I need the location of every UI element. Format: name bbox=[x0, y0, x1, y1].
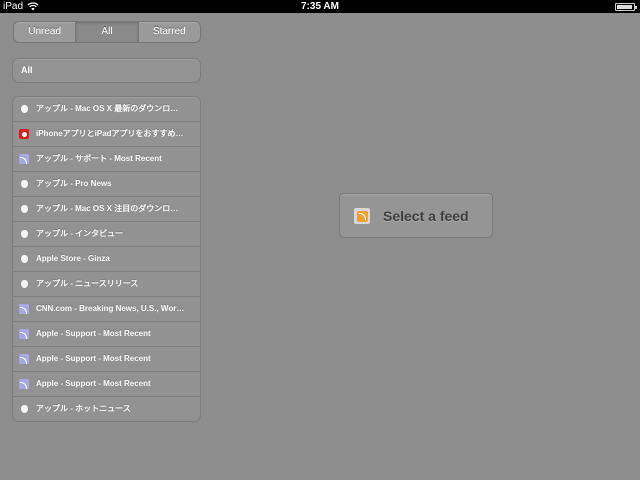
rss-icon bbox=[19, 354, 29, 364]
apple-icon bbox=[19, 204, 29, 214]
feed-item[interactable]: アップル - ニュースリリース bbox=[13, 272, 200, 297]
feed-title: アップル - ホットニュース bbox=[36, 404, 131, 413]
feed-item[interactable]: Apple - Support - Most Recent bbox=[13, 347, 200, 372]
apple-icon bbox=[19, 404, 29, 414]
feed-item[interactable]: Apple - Support - Most Recent bbox=[13, 322, 200, 347]
select-feed-button[interactable]: Select a feed bbox=[339, 193, 493, 238]
feed-list: アップル - Mac OS X 最新のダウンロ… iPhoneアプリとiPadア… bbox=[12, 96, 201, 422]
rss-icon bbox=[19, 304, 29, 314]
rss-feed-icon bbox=[354, 208, 370, 224]
feed-title: アップル - Mac OS X 最新のダウンロ… bbox=[36, 104, 179, 113]
battery-icon bbox=[615, 3, 637, 11]
status-bar: iPad 7:35 AM bbox=[0, 0, 640, 13]
feed-item[interactable]: アップル - ホットニュース bbox=[13, 397, 200, 421]
feed-title: Apple Store - Ginza bbox=[36, 254, 110, 263]
feed-title: Apple - Support - Most Recent bbox=[36, 379, 151, 388]
feed-item[interactable]: iPhoneアプリとiPadアプリをおすすめ… bbox=[13, 122, 200, 147]
feed-item[interactable]: アップル - Mac OS X 注目のダウンロ… bbox=[13, 197, 200, 222]
app-icon bbox=[19, 129, 29, 139]
rss-icon bbox=[19, 329, 29, 339]
apple-icon bbox=[19, 229, 29, 239]
feed-item[interactable]: アップル - サポート - Most Recent bbox=[13, 147, 200, 172]
feed-item[interactable]: アップル - Mac OS X 最新のダウンロ… bbox=[13, 97, 200, 122]
filter-segmented-control: Unread All Starred bbox=[13, 21, 201, 43]
apple-icon bbox=[19, 179, 29, 189]
feed-title: Apple - Support - Most Recent bbox=[36, 354, 151, 363]
segment-unread[interactable]: Unread bbox=[14, 22, 77, 42]
apple-icon bbox=[19, 254, 29, 264]
feed-title: アップル - インタビュー bbox=[36, 229, 124, 238]
select-feed-label: Select a feed bbox=[383, 208, 469, 224]
apple-icon bbox=[19, 279, 29, 289]
clock: 7:35 AM bbox=[301, 1, 339, 12]
feed-item[interactable]: アップル - インタビュー bbox=[13, 222, 200, 247]
all-feeds-label: All bbox=[21, 65, 33, 75]
feed-item[interactable]: Apple - Support - Most Recent bbox=[13, 372, 200, 397]
feed-title: アップル - ニュースリリース bbox=[36, 279, 139, 288]
rss-icon bbox=[19, 379, 29, 389]
segment-starred[interactable]: Starred bbox=[139, 22, 200, 42]
feed-title: Apple - Support - Most Recent bbox=[36, 329, 151, 338]
rss-icon bbox=[19, 154, 29, 164]
feed-title: iPhoneアプリとiPadアプリをおすすめ… bbox=[36, 129, 184, 138]
segment-all[interactable]: All bbox=[76, 22, 139, 42]
feed-title: アップル - Mac OS X 注目のダウンロ… bbox=[36, 204, 179, 213]
feed-item[interactable]: Apple Store - Ginza bbox=[13, 247, 200, 272]
feed-title: CNN.com - Breaking News, U.S., Wor… bbox=[36, 304, 185, 313]
feed-title: アップル - Pro News bbox=[36, 179, 112, 188]
feed-item[interactable]: CNN.com - Breaking News, U.S., Wor… bbox=[13, 297, 200, 322]
all-feeds-item[interactable]: All bbox=[12, 58, 201, 83]
feed-title: アップル - サポート - Most Recent bbox=[36, 154, 162, 163]
apple-icon bbox=[19, 104, 29, 114]
feed-item[interactable]: アップル - Pro News bbox=[13, 172, 200, 197]
